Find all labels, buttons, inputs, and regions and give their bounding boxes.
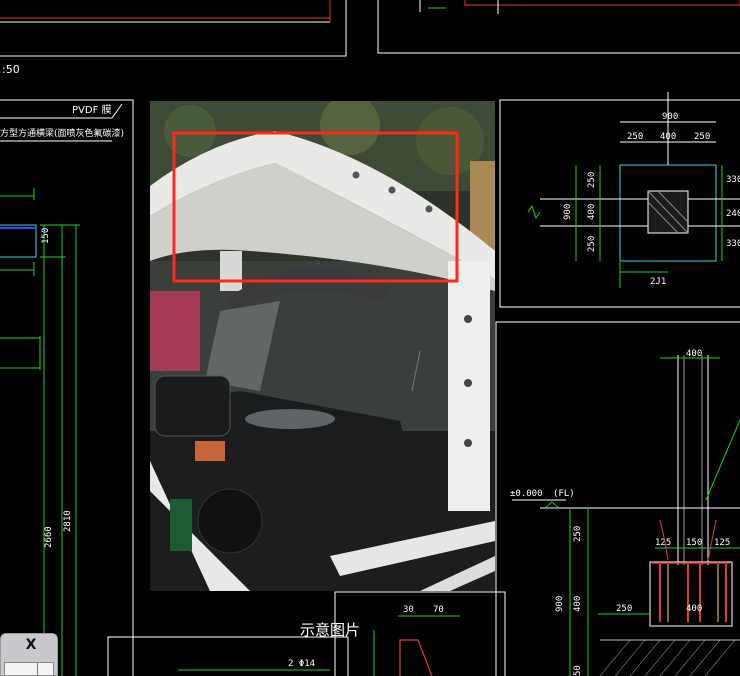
dim-text: 400 <box>587 204 597 220</box>
dim-text: 125 <box>714 538 730 548</box>
red-profile <box>399 639 433 676</box>
dim-text: 900 <box>563 204 573 220</box>
break-symbol <box>527 204 541 220</box>
elevation-label: ±0.000 <box>510 489 543 499</box>
canopy-post <box>220 251 242 291</box>
tail-light <box>195 441 225 461</box>
command-input[interactable] <box>4 662 54 676</box>
elevation-fl: (FL) <box>553 489 575 499</box>
material-label: PVDF 膜 <box>72 104 112 116</box>
foliage <box>164 105 216 157</box>
dim-text: 250 <box>573 526 583 542</box>
frame-left <box>0 99 134 676</box>
bolt-hole <box>464 315 472 323</box>
frame-top-left <box>0 0 347 57</box>
bolt-hole <box>425 205 433 213</box>
frame-bottom-center <box>334 591 506 676</box>
dim-text: 250 <box>627 132 643 142</box>
dim-text: 330 <box>726 239 740 249</box>
dim-text: 30 <box>403 605 414 615</box>
command-panel[interactable]: X <box>0 633 58 676</box>
close-icon: X <box>25 637 37 653</box>
level-marker <box>544 501 560 509</box>
dim-text-2810: 2810 <box>63 510 73 532</box>
leader-line <box>705 419 740 501</box>
scooter-seat <box>245 409 335 429</box>
bolt-hole <box>388 186 396 194</box>
bolt-hole <box>464 439 472 447</box>
dim-text: 330 <box>726 175 740 185</box>
dim-text: 900 <box>662 112 678 122</box>
dim-text: 150 <box>686 538 702 548</box>
bolt-hole <box>352 171 360 179</box>
cyan-section <box>0 224 37 258</box>
bolt-hole <box>464 379 472 387</box>
dim-text: 250 <box>694 132 710 142</box>
dim-text: 400 <box>686 604 702 614</box>
carport-illustration <box>150 101 495 591</box>
red-rect <box>464 0 740 6</box>
dim-text: 50 <box>573 665 583 676</box>
carport-photo[interactable] <box>150 101 495 591</box>
scale-label: :50 <box>2 63 20 76</box>
dim-text: 400 <box>573 596 583 612</box>
top-box <box>154 375 231 437</box>
dim-text-150: 150 <box>41 228 51 244</box>
dim-text: 240 <box>726 209 740 219</box>
dim-text: 250 <box>587 236 597 252</box>
dim-text-2660: 2660 <box>44 526 54 548</box>
dim-text: 125 <box>655 538 671 548</box>
column-tag: 2J1 <box>650 277 666 287</box>
rebar-label: 2 Φ14 <box>288 659 315 669</box>
dim-text: 900 <box>555 596 565 612</box>
ground-hatch <box>599 639 740 676</box>
beam-note: 方型方通横梁(面喷灰色氟碳漆) <box>0 127 124 139</box>
rear-wheel <box>197 488 263 554</box>
dim-text: 250 <box>616 604 632 614</box>
license-plate <box>170 499 192 551</box>
dim-text: 70 <box>433 605 444 615</box>
pink-scooter <box>150 291 200 371</box>
leader-line <box>111 103 123 119</box>
footing-outline <box>649 561 733 627</box>
close-button[interactable]: X <box>11 637 51 653</box>
frame-elevation <box>495 321 740 676</box>
dim-text: 400 <box>686 349 702 359</box>
dim-text: 250 <box>587 172 597 188</box>
caption: 示意图片 <box>300 621 360 639</box>
